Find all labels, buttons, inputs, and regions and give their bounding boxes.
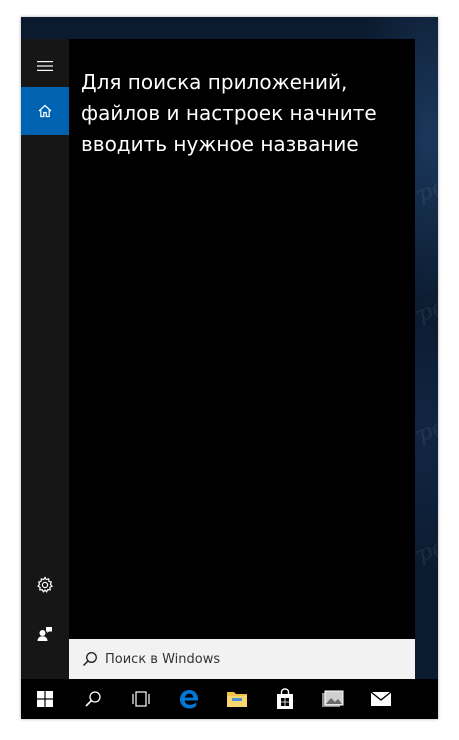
- edge-button[interactable]: [165, 679, 213, 719]
- home-button[interactable]: [21, 87, 69, 135]
- start-menu-panel: Для поиска приложений, файлов и настроек…: [21, 39, 415, 679]
- edge-icon: [180, 690, 198, 709]
- hamburger-menu-button[interactable]: [21, 45, 69, 87]
- feedback-button[interactable]: [21, 610, 69, 658]
- start-button[interactable]: [21, 679, 69, 719]
- taskbar: [21, 679, 438, 719]
- screenshot-frame: Serin.gperpeir.com Serin.gperpeir.com Se…: [21, 17, 438, 719]
- search-prompt-text: Для поиска приложений, файлов и настроек…: [81, 70, 377, 156]
- task-view-button[interactable]: [117, 679, 165, 719]
- hamburger-menu-icon: [37, 61, 53, 71]
- mail-button[interactable]: [357, 679, 405, 719]
- search-box[interactable]: [69, 639, 415, 679]
- store-bag-icon: [277, 688, 293, 709]
- file-explorer-button[interactable]: [213, 679, 261, 719]
- search-icon: [85, 691, 101, 707]
- search-input[interactable]: [105, 651, 405, 667]
- task-view-icon: [132, 691, 150, 707]
- search-button[interactable]: [69, 679, 117, 719]
- photos-icon: [322, 690, 344, 707]
- mail-icon: [370, 691, 392, 706]
- settings-button[interactable]: [21, 561, 69, 609]
- search-icon: [81, 650, 99, 668]
- start-menu-rail: [21, 39, 69, 679]
- feedback-person-icon: [37, 627, 52, 641]
- gear-icon: [37, 576, 53, 593]
- photos-button[interactable]: [309, 679, 357, 719]
- home-icon: [38, 104, 52, 118]
- store-button[interactable]: [261, 679, 309, 719]
- windows-logo-icon: [37, 691, 53, 707]
- folder-icon: [227, 692, 247, 707]
